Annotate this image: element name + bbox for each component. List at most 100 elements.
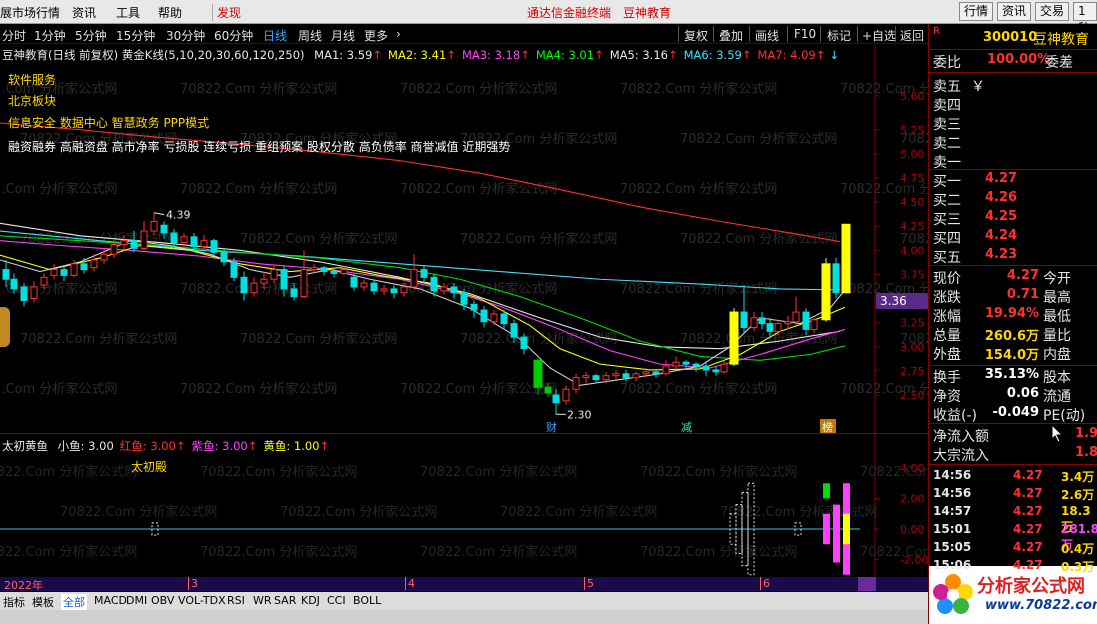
- trade-button[interactable]: 交易: [1035, 2, 1070, 21]
- tick-volume: 0.4万: [1061, 542, 1095, 556]
- ma-legend-1: MA1: 3.59: [314, 48, 373, 62]
- refresh-button[interactable]: 1秒: [1073, 2, 1097, 35]
- tab-obv[interactable]: OBV: [151, 594, 174, 607]
- logo-url: www.70822.com: [985, 598, 1097, 613]
- tick-row: 14:56 4.27 3.4万: [931, 468, 1097, 486]
- period-more[interactable]: 更多: [364, 27, 388, 44]
- candle-body: [20, 286, 28, 301]
- period-intraday[interactable]: 分时: [2, 27, 26, 44]
- overlay-region: 北京板块: [8, 94, 57, 108]
- period-monthly[interactable]: 月线: [331, 27, 355, 44]
- candle-body: [480, 309, 488, 323]
- tab-sar[interactable]: SAR: [274, 594, 296, 607]
- candle-body: [270, 269, 278, 280]
- tick-volume: 2.6万: [1061, 488, 1095, 502]
- tick-volume: 3.4万: [1061, 470, 1095, 484]
- buy-label: 买二: [933, 193, 961, 209]
- candle-body: [662, 365, 670, 375]
- candle-body: [310, 267, 318, 271]
- menu-tools[interactable]: 工具: [116, 4, 140, 21]
- quote-button[interactable]: 行情: [959, 2, 994, 21]
- candle-body: [430, 276, 438, 292]
- menu-discover[interactable]: 发现: [212, 4, 241, 21]
- price-label: 4.75: [900, 172, 925, 185]
- candle-body: [572, 377, 580, 390]
- stat2-label: 收益(-): [933, 408, 977, 424]
- candle-body: [672, 361, 680, 367]
- sell-row: 卖二: [933, 133, 1095, 152]
- f10-button[interactable]: F10: [794, 27, 816, 41]
- period-30min[interactable]: 30分钟: [166, 27, 205, 44]
- marker-cai[interactable]: 财: [546, 420, 557, 433]
- buy-row: 买二 4.26: [933, 190, 1095, 209]
- indicator-bar: [823, 483, 830, 499]
- tab-rsi[interactable]: RSI: [227, 594, 245, 607]
- tab-all[interactable]: 全部: [61, 594, 87, 610]
- stock-code: 300010: [983, 30, 1038, 45]
- candle-body: [602, 375, 610, 381]
- overlay-button[interactable]: 叠加: [719, 27, 743, 44]
- indicator-values: 小鱼: 3.00 红鱼: 3.00↑ 紫鱼: 3.00↑ 黄鱼: 1.00↑: [52, 439, 329, 453]
- draw-button[interactable]: 画线: [755, 27, 779, 44]
- tab-wr[interactable]: WR: [253, 594, 272, 607]
- tab-template[interactable]: 模板: [32, 594, 54, 610]
- buy-label: 买一: [933, 174, 961, 190]
- tab-cci[interactable]: CCI: [327, 594, 346, 607]
- tab-kdj[interactable]: KDJ: [301, 594, 320, 607]
- period-5min[interactable]: 5分钟: [75, 27, 107, 44]
- tab-dmi[interactable]: DMI: [126, 594, 147, 607]
- stat2-label: 换手: [933, 370, 961, 386]
- stat-row: 总量 260.6万 量比: [933, 325, 1095, 344]
- back-button[interactable]: 返回: [900, 27, 924, 44]
- period-weekly[interactable]: 周线: [298, 27, 322, 44]
- watermark-text: 70822.Com 分析家公式网: [620, 381, 777, 397]
- chevron-right-icon[interactable]: ›: [396, 27, 401, 41]
- mark-button[interactable]: 标记: [827, 27, 851, 44]
- menu-help[interactable]: 帮助: [158, 4, 182, 21]
- tab-vol-tdx[interactable]: VOL-TDX: [178, 594, 226, 607]
- ma-legend-2: MA2: 3.41: [388, 48, 447, 62]
- info-button[interactable]: 资讯: [997, 2, 1032, 21]
- marker-bang[interactable]: 榜: [822, 420, 833, 433]
- tab-indicator[interactable]: 指标: [3, 594, 25, 610]
- menu-news[interactable]: 资讯: [72, 4, 96, 21]
- tick-price: 4.27: [1013, 486, 1043, 500]
- tab-boll[interactable]: BOLL: [353, 594, 381, 607]
- flower-logo-icon: [933, 574, 973, 614]
- scroll-end-marker[interactable]: [858, 577, 876, 591]
- watermark-text: 70822.Com 分析家公式网: [60, 504, 217, 520]
- period-15min[interactable]: 15分钟: [116, 27, 155, 44]
- yuan-icon: ￥: [971, 79, 985, 95]
- stat-label: 外盘: [933, 347, 961, 363]
- candle-body: [200, 240, 208, 247]
- indicator-chart[interactable]: 70822.Com 分析家公式网 70822.Com 分析家公式网 70822.Co…: [0, 433, 928, 578]
- period-daily[interactable]: 日线: [263, 27, 287, 44]
- tab-macd[interactable]: MACD: [94, 594, 127, 607]
- date-month-3: 3: [188, 577, 198, 590]
- add-watchlist-button[interactable]: +自选: [862, 27, 896, 44]
- watermark-text: 70822.Com 分析家公式网: [640, 464, 797, 480]
- kline-chart[interactable]: 70822.Com 分析家公式网 70822.Com 分析家公式网 70822.Co…: [0, 45, 928, 433]
- candle-body: [810, 319, 818, 330]
- watermark-text: 70822.Com 分析家公式网: [500, 504, 657, 520]
- side-scroll-handle[interactable]: [0, 307, 10, 347]
- adjust-button[interactable]: 复权: [684, 27, 708, 44]
- flow-row: 大宗流入 1.8: [933, 445, 1097, 464]
- menu-market[interactable]: 展市场行情: [0, 4, 60, 21]
- watermark-text: 70822.Com 分析家公式网: [0, 281, 117, 297]
- candle-body: [702, 365, 710, 371]
- candle-body: [260, 278, 268, 284]
- candle-body: [340, 269, 348, 274]
- tick-time: 14:56: [933, 468, 972, 482]
- marker-jian[interactable]: 减: [681, 421, 692, 433]
- ma-legend-3: MA3: 3.18: [461, 48, 521, 62]
- period-60min[interactable]: 60分钟: [214, 27, 253, 44]
- stat-value: 19.94%: [984, 306, 1039, 321]
- period-1min[interactable]: 1分钟: [34, 27, 66, 44]
- price-label: 5.25: [900, 124, 925, 137]
- candle-body: [642, 371, 650, 375]
- price-label: 3.25: [900, 317, 925, 330]
- candle-body: [390, 288, 398, 294]
- candle-body: [832, 263, 840, 294]
- candle-body: [622, 373, 630, 379]
